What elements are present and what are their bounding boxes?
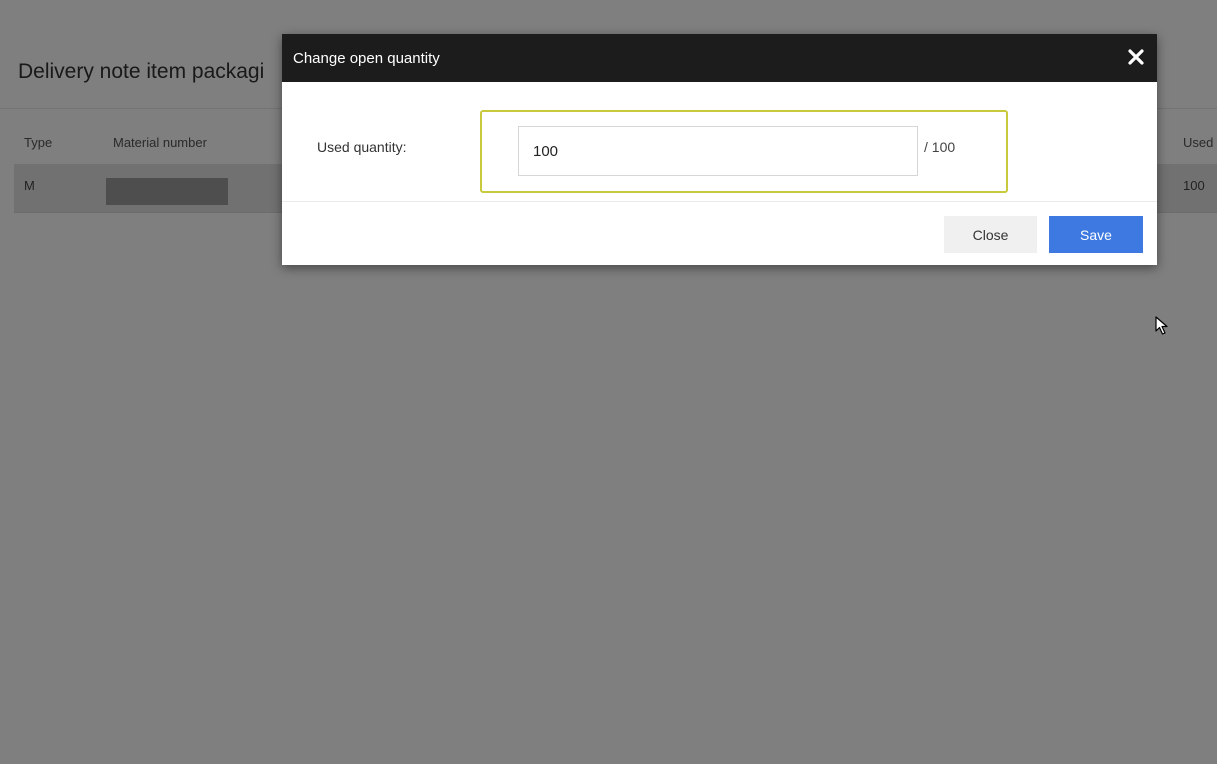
save-button[interactable]: Save (1049, 216, 1143, 253)
used-quantity-label: Used quantity: (317, 139, 407, 155)
mouse-pointer-icon (1155, 316, 1171, 341)
close-icon[interactable] (1125, 46, 1147, 68)
used-quantity-input[interactable] (518, 126, 918, 176)
dialog-header: Change open quantity (282, 34, 1157, 82)
quantity-total: / 100 (924, 139, 956, 155)
dialog-title: Change open quantity (293, 50, 440, 67)
close-button[interactable]: Close (944, 216, 1037, 253)
dialog-footer: Close Save (282, 201, 1157, 266)
change-quantity-dialog: Change open quantity Used quantity: / 10… (282, 34, 1157, 265)
